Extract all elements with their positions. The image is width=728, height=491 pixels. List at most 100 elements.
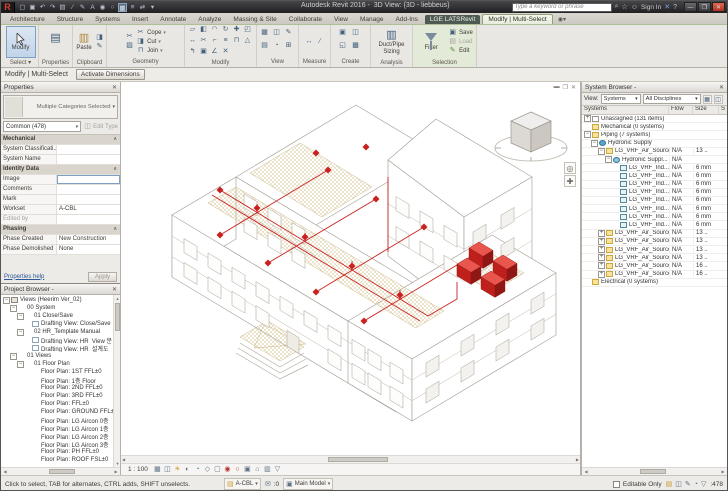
paste-button[interactable]: ▥ Paste: [75, 26, 93, 58]
tree-expander-icon[interactable]: −: [17, 313, 24, 320]
property-row[interactable]: Mechanical: [1, 135, 120, 145]
project-browser-vscrollbar[interactable]: ▲ ▼: [113, 295, 120, 467]
system-browser-row[interactable]: + Unassigned (131 items): [582, 115, 727, 123]
scale-icon[interactable]: △: [243, 37, 252, 47]
angle-icon[interactable]: ∠: [210, 48, 219, 58]
background-process-icon[interactable]: ◔: [694, 481, 698, 488]
disciplines-combo[interactable]: All Disciplines▾: [643, 94, 701, 104]
create-similar-icon[interactable]: ▩: [351, 42, 360, 54]
column-size[interactable]: Size: [693, 106, 719, 114]
project-browser-item[interactable]: Floor Plan: PH FFL±0: [1, 448, 120, 456]
column-settings-icon[interactable]: ◫: [714, 95, 723, 104]
activate-dimensions-button[interactable]: Activate Dimensions: [76, 69, 145, 80]
tree-expander-icon[interactable]: [24, 441, 31, 448]
system-browser-row[interactable]: + LG_VRF_Air_Source... N/A 13 ..: [582, 254, 727, 262]
tree-expander-icon[interactable]: [612, 222, 619, 229]
ribbon-display-toggle[interactable]: ◉▾: [555, 15, 569, 24]
system-browser-row[interactable]: − Piping (7 systems): [582, 131, 727, 139]
system-browser-row[interactable]: + LG_VRF_Air_Source... N/A 16 ..: [582, 271, 727, 279]
geometry-tool[interactable]: ◨ Cut ▾: [136, 38, 166, 46]
scrollbar-thumb[interactable]: [328, 457, 388, 462]
project-browser-item[interactable]: Drafting View: Close/Save: [1, 320, 120, 328]
render-view-icon[interactable]: ◔: [272, 42, 281, 54]
qat-customize-icon[interactable]: ▾: [148, 3, 157, 12]
pan-zoom-icon[interactable]: ✚: [564, 175, 576, 187]
unpin-icon[interactable]: ▣: [199, 48, 208, 58]
ribbon-tab[interactable]: Architecture: [5, 15, 50, 24]
apply-button[interactable]: Apply: [88, 272, 117, 282]
sun-path-icon[interactable]: ☀: [173, 465, 182, 475]
system-browser-row[interactable]: − Hydronic Supply: [582, 140, 727, 148]
worksets-status-icon[interactable]: ▤: [666, 480, 673, 488]
tree-expander-icon[interactable]: −: [10, 353, 17, 360]
linework-icon[interactable]: ✎: [284, 29, 293, 41]
tree-expander-icon[interactable]: [24, 385, 31, 392]
tree-expander-icon[interactable]: [612, 213, 619, 220]
tree-expander-icon[interactable]: +: [598, 254, 605, 261]
paint-icon[interactable]: ▨: [125, 42, 134, 50]
ribbon-tab[interactable]: Collaborate: [284, 15, 327, 24]
visual-style-icon[interactable]: ◫: [163, 465, 172, 475]
tree-expander-icon[interactable]: [24, 377, 31, 384]
tree-expander-icon[interactable]: [612, 172, 619, 179]
project-browser-item[interactable]: Floor Plan: LG Aircon 0층: [1, 416, 120, 424]
tree-expander-icon[interactable]: −: [17, 329, 24, 336]
tree-expander-icon[interactable]: −: [591, 140, 598, 147]
column-flow[interactable]: Flow: [669, 106, 693, 114]
system-browser-row[interactable]: Mechanical (0 systems): [582, 123, 727, 131]
ribbon-tab[interactable]: Massing & Site: [228, 15, 281, 24]
temporary-hide-isolate-icon[interactable]: ◉: [223, 465, 232, 475]
property-row[interactable]: Phasing: [1, 225, 120, 235]
edit-selection-button[interactable]: ✎Edit: [448, 47, 473, 55]
project-browser-item[interactable]: Floor Plan: FFL±0: [1, 400, 120, 408]
cope-small-icon[interactable]: ⊓: [232, 37, 241, 47]
dimension-icon[interactable]: ✎: [78, 3, 87, 12]
system-browser-row[interactable]: LG_VRF_Ind... N/A 6 mm: [582, 181, 727, 189]
property-row[interactable]: System Name: [1, 155, 120, 165]
create-parts-icon[interactable]: ◱: [338, 42, 347, 54]
checkbox-icon[interactable]: [613, 481, 620, 488]
system-browser-row[interactable]: + LG_VRF_Air_Source... N/A 16 ..: [582, 262, 727, 270]
project-browser-item[interactable]: − 01 Floor Plan: [1, 360, 120, 368]
scroll-left-icon[interactable]: ◀: [1, 468, 9, 476]
help-icon[interactable]: ?: [673, 4, 677, 11]
tree-expander-icon[interactable]: +: [584, 115, 591, 122]
measure-between-icon[interactable]: ↔: [305, 38, 314, 46]
filter-button[interactable]: Filter: [416, 26, 446, 58]
property-row[interactable]: Mark: [1, 195, 120, 205]
property-row[interactable]: Workset A-CBL: [1, 205, 120, 215]
rendering-dialog-icon[interactable]: ◔: [193, 465, 202, 475]
edit-type-button[interactable]: ◫ Edit Type: [83, 123, 118, 131]
project-browser-item[interactable]: − Views (Heerim Ver_02): [1, 296, 120, 304]
duct-pipe-sizing-button[interactable]: ▥ Duct/PipeSizing: [377, 26, 407, 58]
restore-button[interactable]: ❐: [698, 2, 711, 12]
editing-requests[interactable]: ✉ :0: [265, 480, 279, 488]
system-browser-row[interactable]: LG_VRF_Ind... N/A 6 mm: [582, 189, 727, 197]
property-row[interactable]: Phase Created New Construction: [1, 235, 120, 245]
rotate-icon[interactable]: ↻: [221, 26, 230, 36]
links-status-icon[interactable]: ◫: [675, 480, 682, 488]
measure-along-icon[interactable]: ∕: [316, 38, 325, 46]
measure-icon[interactable]: ∕: [68, 3, 77, 12]
system-browser-hscrollbar[interactable]: ◀ ▶: [582, 467, 727, 475]
cutaway-icon[interactable]: ▤: [260, 42, 269, 54]
system-browser-row[interactable]: + LG_VRF_Air_Source... N/A 13 ..: [582, 230, 727, 238]
crop-visibility-icon[interactable]: ▢: [213, 465, 222, 475]
properties-help-link[interactable]: Properties help: [4, 274, 44, 280]
redo-icon[interactable]: ↷: [48, 3, 57, 12]
ribbon-tab[interactable]: Modify | Multi-Select: [482, 14, 552, 24]
sign-in-button[interactable]: Sign In: [641, 4, 661, 11]
create-assembly-icon[interactable]: ◫: [351, 29, 360, 41]
selection-filter-icon[interactable]: ▽: [701, 480, 706, 488]
tree-expander-icon[interactable]: −: [598, 148, 605, 155]
undo-icon[interactable]: ↶: [38, 3, 47, 12]
property-row[interactable]: System Classificati...: [1, 145, 120, 155]
search-icon[interactable]: ⌕: [615, 3, 619, 11]
worksharing-display-icon[interactable]: ▣: [243, 465, 252, 475]
tile-icon[interactable]: ⊞: [284, 42, 293, 54]
ribbon-tab[interactable]: LGE LATSRevit: [425, 15, 480, 24]
property-row[interactable]: Image: [1, 175, 120, 185]
ribbon-tab[interactable]: Analyze: [193, 15, 226, 24]
tree-expander-icon[interactable]: +: [598, 271, 605, 278]
ribbon-tab[interactable]: View: [329, 15, 353, 24]
